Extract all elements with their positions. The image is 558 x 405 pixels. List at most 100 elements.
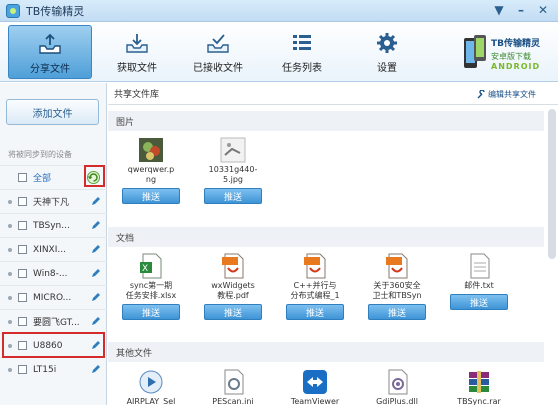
pencil-icon[interactable]	[91, 292, 101, 302]
device-row[interactable]: 要圆飞GT...	[0, 309, 107, 333]
highlight-box-refresh	[84, 165, 105, 187]
device-row[interactable]: Win8-...	[0, 261, 107, 285]
image-thumb-icon	[139, 138, 163, 162]
file-item[interactable]: AIRPLAY_Sel	[116, 369, 186, 405]
tab-label: 设置	[377, 63, 397, 74]
file-name: C++并行与	[293, 281, 337, 290]
file-name: 卫士和TBSyn	[372, 291, 422, 300]
device-name: MICRO...	[33, 292, 72, 303]
file-name: GdiPlus.dll	[376, 397, 418, 405]
device-row[interactable]: 天神下凡	[0, 189, 107, 213]
edit-shared-files-link[interactable]: 编辑共享文件	[477, 89, 536, 100]
push-button[interactable]: 推送	[368, 304, 426, 320]
file-item[interactable]: GdiPlus.dll	[362, 369, 432, 405]
brand-title: TB传输精灵	[491, 38, 540, 49]
edit-shared-files-label: 编辑共享文件	[488, 90, 536, 99]
file-name: 邮件.txt	[464, 281, 494, 290]
device-checkbox[interactable]	[18, 221, 27, 230]
status-dot	[8, 247, 12, 252]
android-download-link[interactable]: TB传输精灵 安卓版下载 ANDROID	[462, 30, 554, 76]
device-row[interactable]: MICRO...	[0, 285, 107, 309]
device-checkbox[interactable]	[18, 293, 27, 302]
push-button[interactable]: 推送	[204, 188, 262, 204]
teamviewer-icon	[303, 370, 327, 394]
file-item[interactable]: 关于360安全 卫士和TBSyn 推送	[362, 253, 432, 320]
device-name: 天神下凡	[33, 198, 70, 208]
push-button[interactable]: 推送	[122, 304, 180, 320]
status-dot	[8, 367, 12, 372]
file-item[interactable]: PEScan.ini	[198, 369, 268, 405]
device-row[interactable]: TBSyn...	[0, 213, 107, 237]
add-file-button[interactable]: 添加文件	[6, 99, 99, 125]
file-item[interactable]: X sync第一期 任务安排.xlsx 推送	[116, 253, 186, 320]
status-dot	[8, 319, 12, 324]
section-title: 图片	[116, 117, 135, 128]
device-name: LT15i	[33, 364, 57, 375]
status-dot	[8, 271, 12, 276]
text-file-icon	[470, 253, 490, 279]
device-checkbox[interactable]	[18, 269, 27, 278]
status-dot	[8, 295, 12, 300]
file-item[interactable]: C++并行与 分布式编程_1 推送	[280, 253, 350, 320]
file-item[interactable]: 邮件.txt 推送	[444, 253, 514, 310]
pencil-icon[interactable]	[91, 220, 101, 230]
tab-task-list[interactable]: 任务列表	[260, 25, 344, 79]
device-row[interactable]: XINXI...	[0, 237, 107, 261]
file-name: TeamViewer	[290, 397, 340, 405]
tab-share-files[interactable]: 分享文件	[8, 25, 92, 79]
minimize-button[interactable]: –	[512, 1, 530, 19]
device-checkbox[interactable]	[18, 245, 27, 254]
file-item[interactable]: 10331g440- 5.jpg 推送	[198, 137, 268, 204]
app-logo-icon	[6, 3, 20, 18]
file-name: 10331g440-	[208, 165, 258, 174]
file-name: PEScan.ini	[212, 397, 254, 405]
ini-file-icon	[224, 369, 244, 395]
shared-library-panel: 共享文件库 编辑共享文件 图片 qwerqwer.p ng 推送 10331g4…	[108, 83, 558, 405]
pencil-icon[interactable]	[91, 316, 101, 326]
brand-text: TB传输精灵 安卓版下载 ANDROID	[491, 36, 540, 71]
main-toolbar: 分享文件 获取文件 已接收文件 任务列表 设置 TB传输精灵 安卓版下载 AND…	[0, 22, 558, 82]
menu-dropdown-button[interactable]: ▼	[490, 1, 508, 19]
rar-file-icon	[469, 371, 489, 393]
push-button[interactable]: 推送	[286, 304, 344, 320]
file-item[interactable]: TeamViewer	[280, 369, 350, 405]
task-list-icon	[293, 35, 311, 50]
device-checkbox[interactable]	[18, 317, 27, 326]
pencil-icon[interactable]	[91, 268, 101, 278]
received-check-icon	[207, 34, 229, 53]
pdf-file-icon	[386, 253, 408, 279]
file-item[interactable]: wxWidgets 教程.pdf 推送	[198, 253, 268, 320]
file-item[interactable]: qwerqwer.p ng 推送	[116, 137, 186, 204]
tab-label: 分享文件	[30, 64, 70, 75]
device-checkbox[interactable]	[18, 365, 27, 374]
push-button[interactable]: 推送	[450, 294, 508, 310]
tab-settings[interactable]: 设置	[345, 25, 429, 79]
pencil-icon[interactable]	[91, 364, 101, 374]
scrollbar[interactable]	[548, 109, 556, 259]
file-name: 教程.pdf	[217, 291, 249, 300]
push-button[interactable]: 推送	[122, 188, 180, 204]
tab-get-files[interactable]: 获取文件	[95, 25, 179, 79]
section-images: 图片	[108, 111, 544, 131]
file-name: 5.jpg	[222, 175, 243, 184]
select-all-label[interactable]: 全部	[33, 171, 91, 184]
pencil-icon[interactable]	[91, 244, 101, 254]
sync-devices-label: 将被同步到的设备	[8, 150, 72, 159]
file-item[interactable]: TBSync.rar	[444, 369, 514, 405]
close-button[interactable]: ✕	[534, 1, 552, 19]
phone-icon	[464, 35, 486, 68]
pencil-icon[interactable]	[91, 196, 101, 206]
push-button[interactable]: 推送	[204, 304, 262, 320]
device-name: 要圆飞GT...	[33, 318, 80, 328]
device-row[interactable]: LT15i	[0, 357, 107, 381]
select-all-checkbox[interactable]	[18, 173, 27, 182]
gear-icon	[377, 33, 397, 53]
device-name: XINXI...	[33, 244, 66, 255]
file-name: 关于360安全	[373, 281, 421, 290]
tab-received-files[interactable]: 已接收文件	[176, 25, 260, 79]
section-other-files: 其他文件	[108, 342, 544, 362]
status-dot	[8, 199, 12, 204]
wrench-icon	[477, 90, 485, 99]
tab-label: 获取文件	[117, 63, 157, 74]
device-checkbox[interactable]	[18, 197, 27, 206]
